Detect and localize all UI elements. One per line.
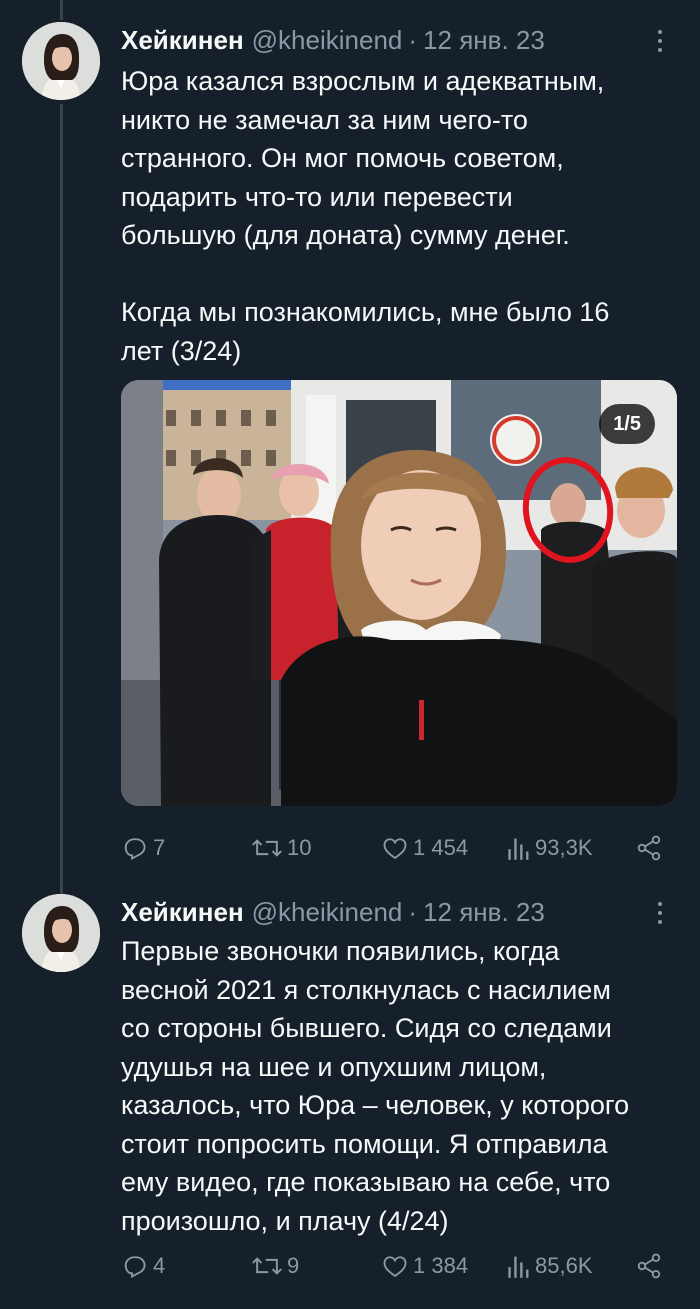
share-button[interactable]	[635, 830, 663, 866]
tweet-text-line: странного. Он мог помочь советом,	[121, 143, 564, 173]
author-handle[interactable]: @kheikinend	[252, 897, 403, 928]
tweet[interactable]: Хейкинен @kheikinend · 12 янв. 23 Юра ка…	[0, 22, 700, 872]
retweet-count: 9	[287, 1253, 300, 1278]
retweet-icon	[252, 839, 282, 857]
retweet-button[interactable]: 10	[251, 830, 311, 866]
tweet-text-line: со стороны бывшего. Сидя со следами	[121, 1013, 612, 1043]
retweet-icon	[252, 1257, 282, 1275]
tweet-text: Юра казался взрослым и адекватным, никто…	[121, 62, 681, 370]
tweet-text-line: Когда мы познакомились, мне было 16	[121, 297, 610, 327]
retweet-button[interactable]: 9	[251, 1248, 299, 1284]
like-icon	[383, 838, 407, 860]
like-count: 1 384	[413, 1253, 469, 1278]
tweet-text-line: лет (3/24)	[121, 335, 242, 366]
reply-icon	[124, 838, 146, 861]
views-icon	[508, 838, 529, 860]
reply-count: 4	[153, 1253, 166, 1278]
author-name[interactable]: Хейкинен	[121, 25, 244, 56]
share-icon	[637, 835, 661, 861]
views-button[interactable]: 85,6K	[507, 1248, 593, 1284]
share-icon	[637, 1253, 661, 1279]
tweet-date[interactable]: 12 янв. 23	[423, 897, 545, 928]
retweet-count: 10	[287, 835, 312, 860]
views-count: 93,3K	[535, 835, 593, 860]
reply-count: 7	[153, 835, 166, 860]
like-button[interactable]: 1 454	[381, 830, 468, 866]
tweet-actions: 4 9 1 384 85,6K	[121, 1248, 681, 1284]
avatar[interactable]	[22, 22, 100, 100]
tweet-text-line: большую (для доната) сумму денег.	[121, 220, 570, 250]
avatar[interactable]	[22, 894, 100, 972]
author-handle[interactable]: @kheikinend	[252, 25, 403, 56]
author-name[interactable]: Хейкинен	[121, 897, 244, 928]
like-icon	[383, 1256, 407, 1278]
tweet-text-line: Первые звоночки появились, когда	[121, 936, 560, 966]
separator-dot: ·	[408, 896, 418, 927]
tweet-text-line: удушья на шее и опухшим лицом,	[121, 1051, 547, 1082]
tweet-text-line: стоит попросить помощи. Я отправила	[121, 1128, 608, 1159]
like-button[interactable]: 1 384	[381, 1248, 468, 1284]
share-button[interactable]	[635, 1248, 663, 1284]
thread-line-top	[60, 0, 63, 20]
tweet-text-line: никто не замечал за ним чего-то	[121, 104, 528, 135]
tweet-text-line: подарить что-то или перевести	[121, 181, 513, 212]
media-counter[interactable]: 1/5	[599, 404, 655, 444]
tweet-photo[interactable]: 1/5	[121, 380, 677, 806]
reply-icon	[124, 1256, 146, 1279]
tweet-text-line: ему видео, где показываю на себе, что	[121, 1167, 611, 1197]
views-icon	[508, 1256, 529, 1278]
separator-dot: ·	[408, 24, 418, 55]
tweet-actions: 7 10 1 454 93,3K	[121, 830, 681, 866]
views-count: 85,6K	[535, 1253, 593, 1278]
tweet-text-line: весной 2021 я столкнулась с насилием	[121, 974, 611, 1005]
tweet-text: Первые звоночки появились, когда весной …	[121, 932, 681, 1240]
tweet-text-line: казалось, что Юра – человек, у которого	[121, 1090, 630, 1120]
reply-button[interactable]: 7	[121, 830, 165, 866]
tweet-text-line: произошло, и плачу (4/24)	[121, 1205, 449, 1236]
more-icon[interactable]	[648, 896, 672, 930]
tweet-text-line: Юра казался взрослым и адекватным,	[121, 66, 605, 96]
more-icon[interactable]	[648, 24, 672, 58]
views-button[interactable]: 93,3K	[507, 830, 593, 866]
like-count: 1 454	[413, 835, 469, 860]
reply-button[interactable]: 4	[121, 1248, 165, 1284]
tweet-date[interactable]: 12 янв. 23	[423, 25, 545, 56]
tweet[interactable]: Хейкинен @kheikinend · 12 янв. 23 Первые…	[0, 894, 700, 1294]
